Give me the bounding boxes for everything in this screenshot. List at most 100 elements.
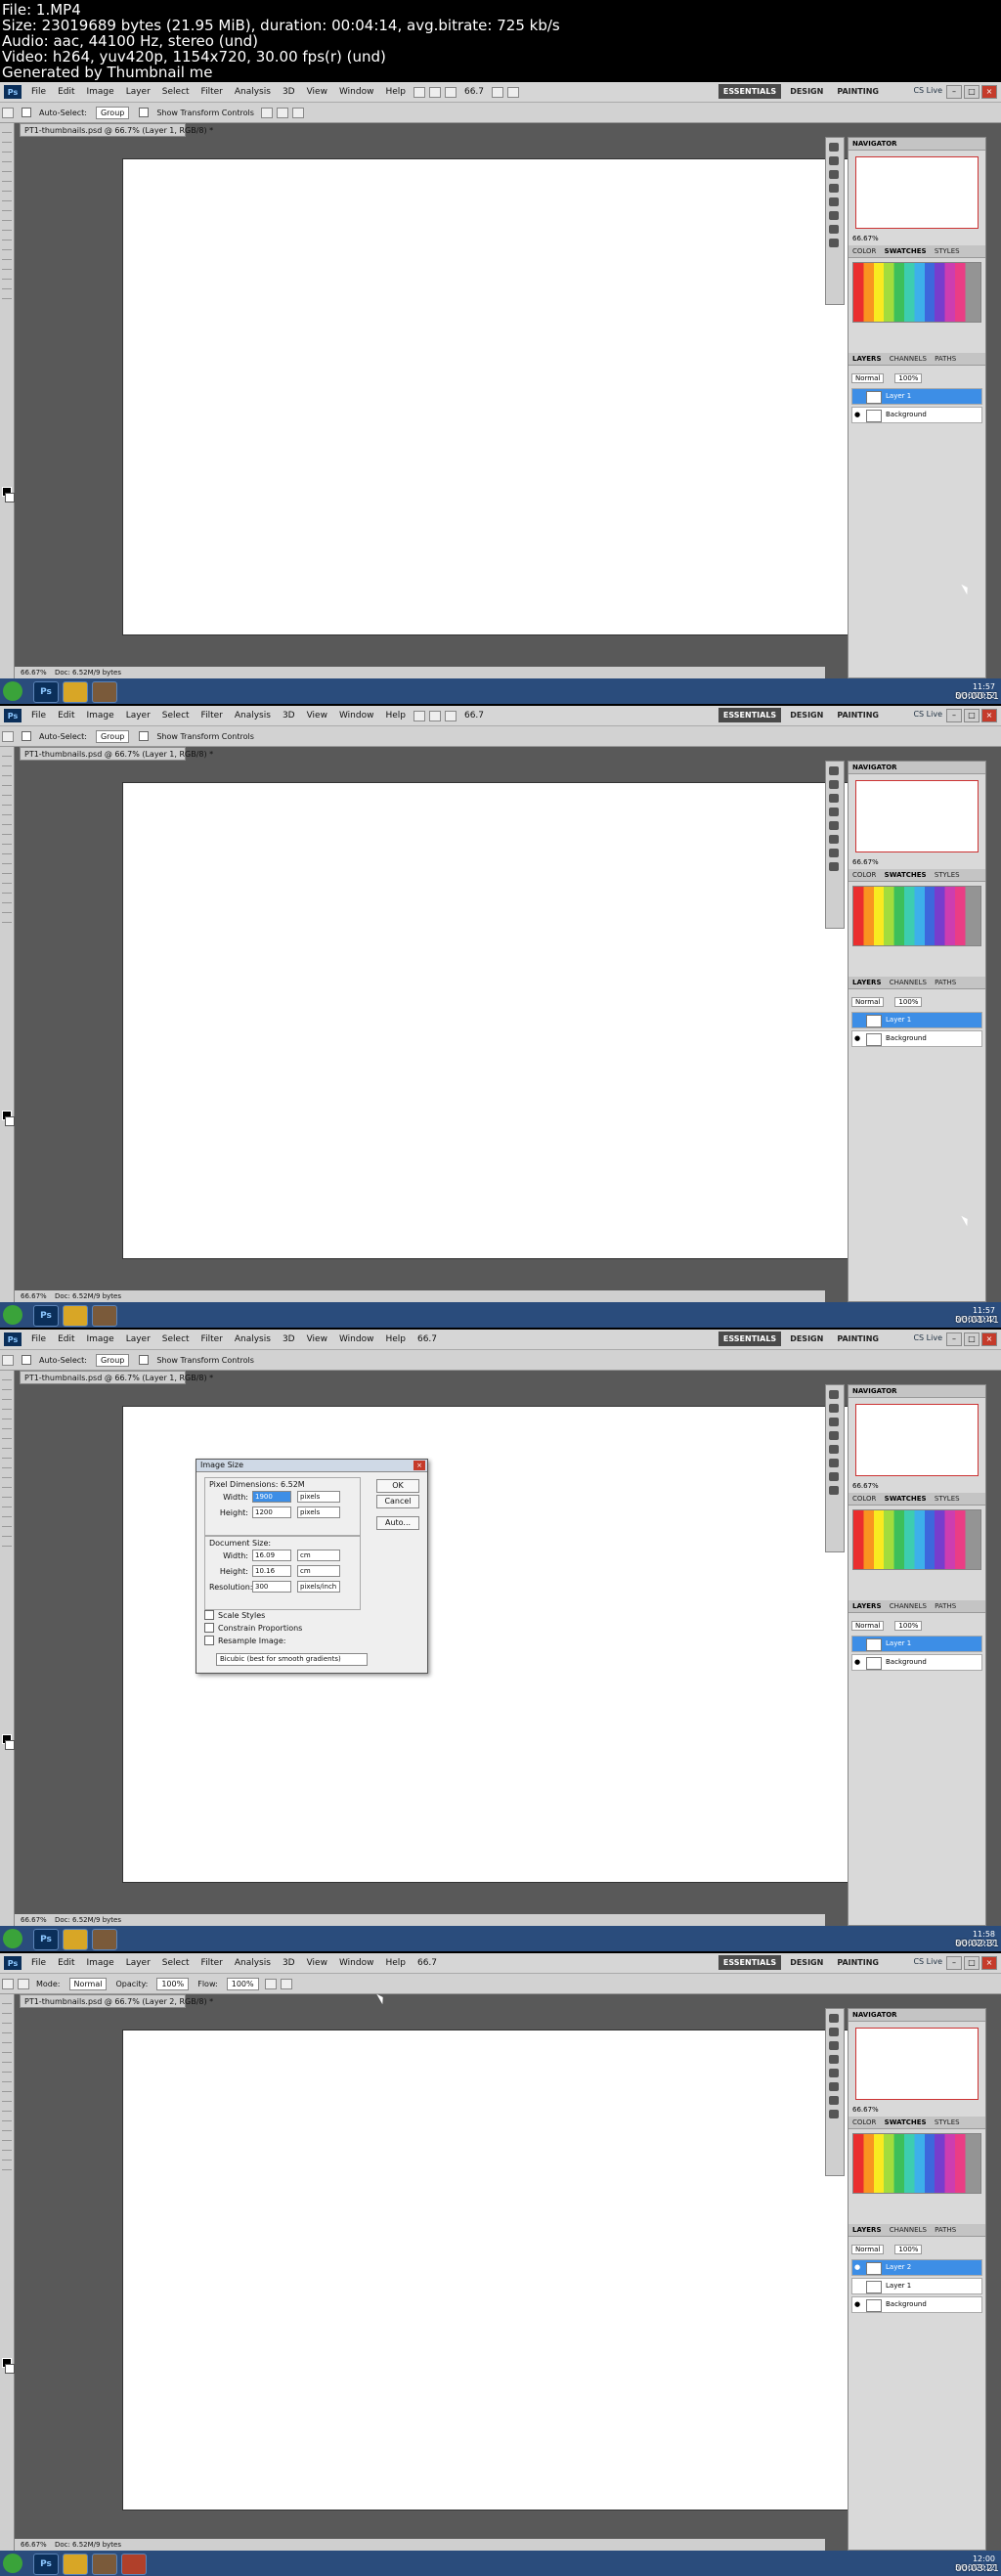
workspace-design[interactable]: DESIGN xyxy=(785,708,828,722)
tool-icon[interactable] xyxy=(2,1403,12,1410)
tool-icon[interactable] xyxy=(2,155,12,162)
taskbar-chrome-icon[interactable] xyxy=(63,1305,88,1327)
flow-field[interactable]: 100% xyxy=(226,1977,259,1990)
start-button-icon[interactable] xyxy=(3,681,22,701)
menu-edit[interactable]: Edit xyxy=(52,711,80,720)
tool-icon[interactable] xyxy=(2,1501,12,1507)
tab-navigator[interactable]: NAVIGATOR xyxy=(852,140,897,148)
tool-icon[interactable] xyxy=(2,857,12,864)
menu-layer[interactable]: Layer xyxy=(120,1334,156,1344)
tab-navigator[interactable]: NAVIGATOR xyxy=(852,1387,897,1395)
menu-view[interactable]: View xyxy=(301,711,333,720)
auto-select-dropdown[interactable]: Group xyxy=(95,729,130,743)
minimize-icon[interactable]: – xyxy=(946,85,962,99)
taskbar-photoshop-icon[interactable]: Ps xyxy=(33,1305,59,1327)
menu-3d[interactable]: 3D xyxy=(277,711,301,720)
background-color-swatch[interactable] xyxy=(5,493,15,502)
blend-mode-dropdown[interactable]: Normal xyxy=(851,1621,885,1631)
navigator-thumbnail[interactable] xyxy=(855,1404,979,1476)
layer-row[interactable]: Layer 1 xyxy=(851,388,982,405)
tool-icon[interactable] xyxy=(2,799,12,806)
tool-icon[interactable] xyxy=(2,1520,12,1527)
brush-icon[interactable] xyxy=(829,2082,839,2091)
tool-icon[interactable] xyxy=(2,292,12,299)
tab-paths[interactable]: PATHS xyxy=(935,355,956,363)
workspace-design[interactable]: DESIGN xyxy=(785,1332,828,1346)
history-icon[interactable] xyxy=(829,766,839,775)
tool-icon[interactable] xyxy=(2,234,12,240)
minimize-icon[interactable]: – xyxy=(946,1332,962,1346)
layer-row[interactable]: ● Layer 2 xyxy=(851,2259,982,2276)
hand-icon[interactable] xyxy=(492,86,504,98)
tab-styles[interactable]: STYLES xyxy=(935,247,960,255)
3d-icon[interactable] xyxy=(829,821,839,830)
tab-channels[interactable]: CHANNELS xyxy=(890,355,927,363)
menu-analysis[interactable]: Analysis xyxy=(229,711,277,720)
actions-icon[interactable] xyxy=(829,780,839,789)
menu-analysis[interactable]: Analysis xyxy=(229,1958,277,1968)
menu-analysis[interactable]: Analysis xyxy=(229,1334,277,1344)
blend-mode-dropdown[interactable]: Normal xyxy=(851,2245,885,2254)
resolution-unit[interactable]: pixels/inch xyxy=(297,1581,340,1593)
minimize-icon[interactable]: – xyxy=(946,1956,962,1970)
view-extras-icon[interactable] xyxy=(444,710,457,721)
tool-icon[interactable] xyxy=(2,750,12,757)
workspace-painting[interactable]: PAINTING xyxy=(832,708,884,722)
layer-row[interactable]: ● Background xyxy=(851,1654,982,1671)
brush-preset-icon[interactable] xyxy=(18,1978,29,1989)
navigator-thumbnail[interactable] xyxy=(855,780,979,852)
tool-icon[interactable] xyxy=(2,2007,12,2014)
menu-image[interactable]: Image xyxy=(81,1334,120,1344)
clone-source-icon[interactable] xyxy=(829,1472,839,1481)
tool-icon[interactable] xyxy=(2,760,12,766)
move-tool-icon[interactable] xyxy=(2,1354,14,1366)
navigator-zoom[interactable]: 66.67% xyxy=(849,1482,985,1490)
menu-select[interactable]: Select xyxy=(156,1334,196,1344)
tool-icon[interactable] xyxy=(2,2017,12,2024)
tool-icon[interactable] xyxy=(2,243,12,250)
tool-icon[interactable] xyxy=(2,195,12,201)
workspace-design[interactable]: DESIGN xyxy=(785,84,828,99)
menu-window[interactable]: Window xyxy=(333,1334,380,1344)
pixel-width-unit[interactable]: pixels xyxy=(297,1491,340,1503)
scale-styles-checkbox[interactable] xyxy=(204,1610,214,1620)
close-icon[interactable]: × xyxy=(981,1956,997,1970)
cancel-button[interactable]: Cancel xyxy=(376,1495,419,1508)
status-zoom[interactable]: 66.67% xyxy=(21,1292,47,1300)
status-zoom[interactable]: 66.67% xyxy=(21,2541,47,2549)
document-tab[interactable]: PT1-thumbnails.psd @ 66.7% (Layer 1, RGB… xyxy=(20,123,213,137)
blend-mode-dropdown[interactable]: Normal xyxy=(851,997,885,1007)
menu-view[interactable]: View xyxy=(301,1958,333,1968)
tool-icon[interactable] xyxy=(2,185,12,192)
tool-icon[interactable] xyxy=(2,2046,12,2053)
tool-icon[interactable] xyxy=(2,1530,12,1537)
background-color-swatch[interactable] xyxy=(5,1740,15,1750)
tab-layers[interactable]: LAYERS xyxy=(852,2226,882,2234)
tool-icon[interactable] xyxy=(2,214,12,221)
menu-filter[interactable]: Filter xyxy=(196,1334,229,1344)
tool-icon[interactable] xyxy=(2,136,12,143)
tool-icon[interactable] xyxy=(2,887,12,894)
tool-icon[interactable] xyxy=(2,2085,12,2092)
clone-source-icon[interactable] xyxy=(829,225,839,234)
tool-icon[interactable] xyxy=(2,1471,12,1478)
tab-paths[interactable]: PATHS xyxy=(935,2226,956,2234)
tool-icon[interactable] xyxy=(2,1413,12,1419)
navigator-zoom[interactable]: 66.67% xyxy=(849,235,985,242)
tool-icon[interactable] xyxy=(2,1422,12,1429)
menu-select[interactable]: Select xyxy=(156,1958,196,1968)
document-tab[interactable]: PT1-thumbnails.psd @ 66.7% (Layer 1, RGB… xyxy=(20,747,213,761)
tool-icon[interactable] xyxy=(2,867,12,874)
doc-height-input[interactable]: 10.16 xyxy=(252,1565,291,1577)
tab-swatches[interactable]: SWATCHES xyxy=(885,247,927,255)
menu-layer[interactable]: Layer xyxy=(120,1958,156,1968)
mode-dropdown[interactable]: Normal xyxy=(68,1977,108,1990)
maximize-icon[interactable]: □ xyxy=(964,85,979,99)
tool-icon[interactable] xyxy=(2,808,12,815)
tool-icon[interactable] xyxy=(2,283,12,289)
actions-icon[interactable] xyxy=(829,2028,839,2036)
zoom-level[interactable]: 66.7 xyxy=(412,1334,443,1344)
background-color-swatch[interactable] xyxy=(5,1116,15,1126)
move-tool-icon[interactable] xyxy=(2,730,14,742)
eye-icon[interactable]: ● xyxy=(852,2260,862,2275)
